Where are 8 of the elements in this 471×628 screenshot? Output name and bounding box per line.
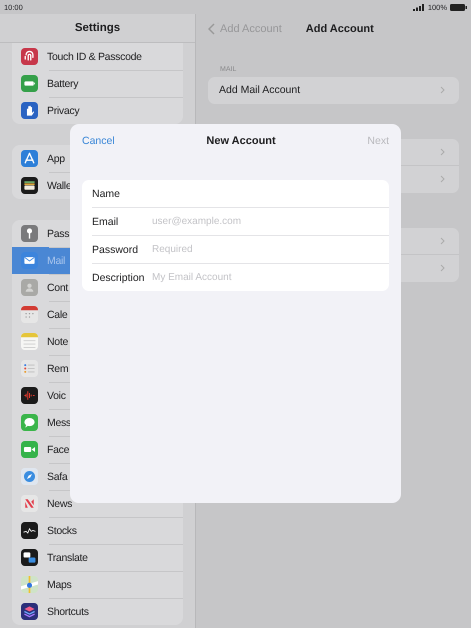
sidebar-title: Settings [74,22,120,34]
field-label: Description [92,272,146,284]
field-label: Password [92,244,140,256]
field-label: Name [92,188,122,200]
dialog-title: New Account [206,135,276,147]
field-label: Email [92,216,120,228]
page-title: Add Account [306,22,374,34]
row-label: Add Mail Account [219,84,300,96]
